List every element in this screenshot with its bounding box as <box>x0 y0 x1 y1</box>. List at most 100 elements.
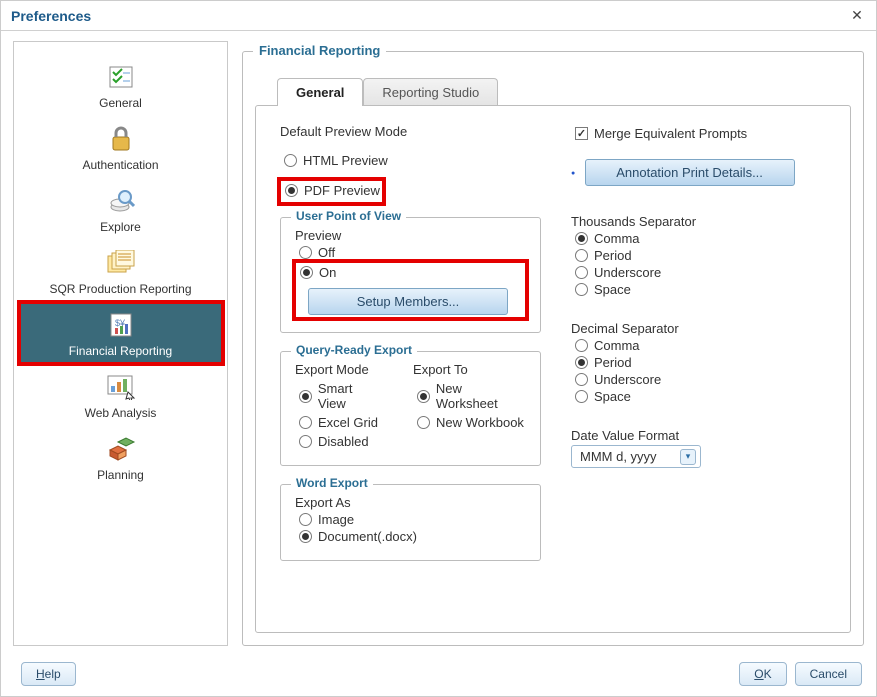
sidebar-item-web-analysis[interactable]: Web Analysis <box>21 366 221 424</box>
bullet-icon: ● <box>571 170 575 177</box>
report-icon: $¥ <box>104 310 138 340</box>
decimal-label: Decimal Separator <box>571 321 832 336</box>
radio-label: Excel Grid <box>318 415 378 430</box>
radio-thousands-comma[interactable]: Comma <box>575 231 832 246</box>
radio-icon <box>299 435 312 448</box>
radio-thousands-period[interactable]: Period <box>575 248 832 263</box>
query-export-group: Query-Ready Export Export Mode Smart Vie… <box>280 351 541 466</box>
radio-label: Document(.docx) <box>318 529 417 544</box>
checkbox-label: Merge Equivalent Prompts <box>594 126 747 141</box>
dialog-title: Preferences <box>11 8 91 24</box>
merge-prompts-checkbox[interactable]: ✓ Merge Equivalent Prompts <box>575 126 832 141</box>
annotation-print-button[interactable]: Annotation Print Details... <box>585 159 795 186</box>
radio-new-worksheet[interactable]: New Worksheet <box>417 381 526 411</box>
radio-label: HTML Preview <box>303 153 388 168</box>
radio-icon <box>575 339 588 352</box>
radio-icon <box>575 249 588 262</box>
radio-html-preview[interactable]: HTML Preview <box>284 153 541 168</box>
radio-label: Space <box>594 389 631 404</box>
sidebar-item-financial-reporting[interactable]: $¥ Financial Reporting <box>21 304 221 362</box>
preferences-dialog: Preferences ✕ General Authentication <box>0 0 877 697</box>
radio-icon <box>284 154 297 167</box>
sidebar-item-authentication[interactable]: Authentication <box>21 118 221 176</box>
tab-general[interactable]: General <box>277 78 363 106</box>
preview-label: Preview <box>295 228 526 243</box>
radio-label: On <box>319 265 336 280</box>
tab-reporting-studio[interactable]: Reporting Studio <box>363 78 498 106</box>
radio-preview-on[interactable]: On <box>300 265 523 280</box>
radio-icon <box>299 246 312 259</box>
radio-label: Image <box>318 512 354 527</box>
sidebar-item-label: Financial Reporting <box>69 344 172 358</box>
group-legend: Query-Ready Export <box>291 343 417 357</box>
checklist-icon <box>104 62 138 92</box>
sidebar-item-general[interactable]: General <box>21 56 221 114</box>
tab-strip: General Reporting Studio <box>277 78 851 106</box>
radio-icon <box>575 232 588 245</box>
radio-icon <box>299 513 312 526</box>
default-preview-label: Default Preview Mode <box>280 124 541 139</box>
group-legend: Word Export <box>291 476 373 490</box>
radio-label: Space <box>594 282 631 297</box>
radio-decimal-space[interactable]: Space <box>575 389 832 404</box>
group-legend: User Point of View <box>291 209 406 223</box>
radio-icon <box>417 390 430 403</box>
lock-icon <box>104 124 138 154</box>
radio-disabled[interactable]: Disabled <box>299 434 383 449</box>
export-to-label: Export To <box>413 362 526 377</box>
setup-members-button[interactable]: Setup Members... <box>308 288 508 315</box>
sidebar: General Authentication Explore SQR Produ… <box>13 41 228 646</box>
radio-decimal-period[interactable]: Period <box>575 355 832 370</box>
sidebar-item-label: Explore <box>100 220 141 234</box>
export-as-label: Export As <box>295 495 526 510</box>
radio-smart-view[interactable]: Smart View <box>299 381 383 411</box>
radio-label: Underscore <box>594 265 661 280</box>
dialog-footer: Help OK Cancel <box>1 654 876 696</box>
checkbox-icon: ✓ <box>575 127 588 140</box>
radio-label: Period <box>594 355 632 370</box>
radio-thousands-underscore[interactable]: Underscore <box>575 265 832 280</box>
radio-decimal-comma[interactable]: Comma <box>575 338 832 353</box>
radio-icon <box>575 356 588 369</box>
radio-icon <box>299 530 312 543</box>
radio-label: Off <box>318 245 335 260</box>
radio-label: Comma <box>594 338 640 353</box>
dialog-body: General Authentication Explore SQR Produ… <box>1 31 876 654</box>
chart-cursor-icon <box>104 372 138 402</box>
thousands-label: Thousands Separator <box>571 214 832 229</box>
cancel-button[interactable]: Cancel <box>795 662 862 686</box>
close-icon[interactable]: ✕ <box>848 7 866 24</box>
sidebar-item-planning[interactable]: Planning <box>21 428 221 486</box>
radio-thousands-space[interactable]: Space <box>575 282 832 297</box>
select-value: MMM d, yyyy <box>580 449 657 464</box>
title-bar: Preferences ✕ <box>1 1 876 31</box>
right-column: ✓ Merge Equivalent Prompts ● Annotation … <box>571 124 832 614</box>
radio-preview-off[interactable]: Off <box>299 245 526 260</box>
help-button[interactable]: Help <box>21 662 76 686</box>
magnifier-cylinder-icon <box>104 186 138 216</box>
radio-docx[interactable]: Document(.docx) <box>299 529 526 544</box>
radio-excel-grid[interactable]: Excel Grid <box>299 415 383 430</box>
radio-pdf-preview[interactable]: PDF Preview <box>285 183 380 198</box>
radio-icon <box>575 373 588 386</box>
sidebar-item-explore[interactable]: Explore <box>21 180 221 238</box>
pdf-preview-highlight: PDF Preview <box>277 177 386 206</box>
radio-image[interactable]: Image <box>299 512 526 527</box>
sidebar-item-label: General <box>99 96 142 110</box>
radio-label: Comma <box>594 231 640 246</box>
ok-rest: K <box>764 667 772 681</box>
radio-label: Period <box>594 248 632 263</box>
radio-icon <box>417 416 430 429</box>
ok-button[interactable]: OK <box>739 662 786 686</box>
radio-new-workbook[interactable]: New Workbook <box>417 415 526 430</box>
sidebar-item-sqr[interactable]: SQR Production Reporting <box>21 242 221 300</box>
radio-decimal-underscore[interactable]: Underscore <box>575 372 832 387</box>
user-pov-group: User Point of View Preview Off On <box>280 217 541 333</box>
radio-icon <box>575 283 588 296</box>
group-legend: Financial Reporting <box>253 43 386 58</box>
sidebar-item-label: SQR Production Reporting <box>49 282 191 296</box>
sidebar-item-label: Planning <box>97 468 144 482</box>
radio-label: Disabled <box>318 434 369 449</box>
radio-icon <box>285 184 298 197</box>
date-format-select[interactable]: MMM d, yyyy <box>571 445 701 468</box>
